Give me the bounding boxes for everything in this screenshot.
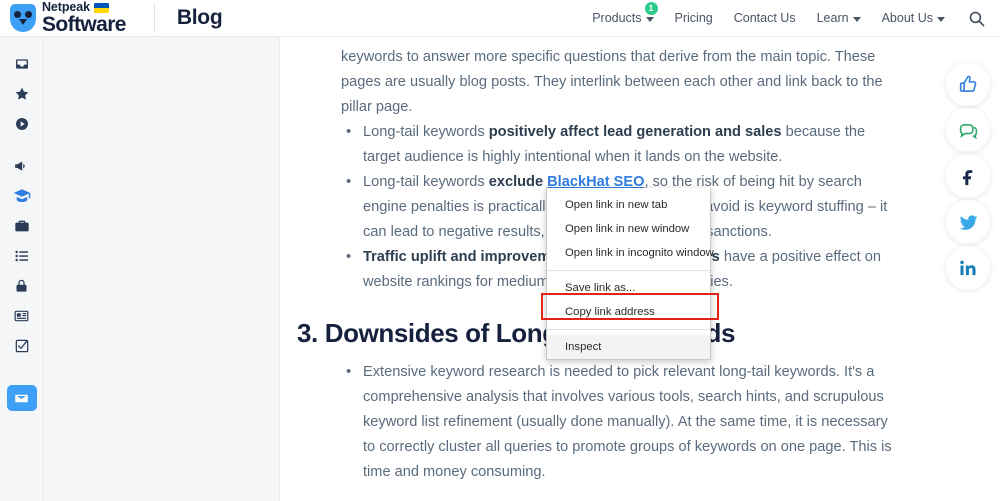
browser-page: Netpeak Software Blog Products 1 Pricing…	[0, 0, 1000, 501]
brand-name-netpeak: Netpeak	[42, 0, 90, 15]
social-share-rail	[946, 62, 992, 290]
nav-item-pricing[interactable]: Pricing	[675, 11, 713, 25]
context-menu-open-link-incognito[interactable]: Open link in incognito window	[547, 241, 714, 265]
context-menu-save-link-as[interactable]: Save link as...	[547, 276, 710, 300]
sidebar-item-learn[interactable]	[7, 181, 37, 211]
sidebar-icon-rail	[0, 37, 44, 501]
nav-label: Products	[592, 11, 642, 25]
list-item: Long-tail keywords positively affect lea…	[341, 119, 900, 170]
context-menu-divider	[547, 329, 710, 330]
sidebar-item-list[interactable]	[7, 241, 37, 271]
sidebar-item-tasks[interactable]	[7, 331, 37, 361]
context-menu-inspect[interactable]: Inspect	[547, 335, 710, 359]
social-like-button[interactable]	[946, 62, 990, 106]
context-menu-open-link-new-window[interactable]: Open link in new window	[547, 217, 710, 241]
sidebar-item-inbox[interactable]	[7, 49, 37, 79]
article-paragraph: keywords to answer more specific questio…	[341, 49, 883, 115]
brand-name-software: Software	[42, 12, 126, 36]
context-menu-open-link-new-tab[interactable]: Open link in new tab	[547, 193, 710, 217]
chevron-down-icon	[852, 16, 861, 22]
site-logo[interactable]: Netpeak Software	[0, 1, 126, 35]
header-divider	[153, 3, 155, 33]
social-linkedin-button[interactable]	[946, 246, 990, 290]
site-header: Netpeak Software Blog Products 1 Pricing…	[0, 0, 1000, 37]
status-badge: 1	[644, 2, 658, 15]
nav-item-contact-us[interactable]: Contact Us	[734, 11, 796, 25]
nav-item-about-us[interactable]: About Us	[882, 11, 945, 25]
list-item: Extensive keyword research is needed to …	[341, 359, 900, 485]
context-menu-divider	[547, 270, 710, 271]
chevron-down-icon	[645, 16, 654, 22]
social-facebook-button[interactable]	[946, 154, 990, 198]
bullet-text-pre: Long-tail keywords	[363, 124, 489, 140]
nav-label: Learn	[816, 11, 849, 25]
nav-label: About Us	[881, 11, 933, 25]
context-menu-copy-link-address[interactable]: Copy link address	[547, 300, 710, 324]
sidebar-item-business[interactable]	[7, 211, 37, 241]
sidebar-panel	[44, 37, 280, 501]
bullet-text-bold: positively affect lead generation and sa…	[488, 124, 782, 140]
netpeak-owl-icon	[10, 4, 36, 32]
main-navigation: Products 1 Pricing Contact Us Learn Abou…	[592, 2, 1000, 28]
sidebar-item-media[interactable]	[7, 109, 37, 139]
nav-item-products[interactable]: Products 1	[592, 2, 658, 25]
browser-context-menu: Open link in new tab Open link in new wi…	[546, 188, 714, 360]
nav-label: Contact Us	[733, 11, 796, 25]
social-comments-button[interactable]	[946, 108, 990, 152]
sidebar-item-announcements[interactable]	[7, 151, 37, 181]
social-twitter-button[interactable]	[946, 200, 990, 244]
article-bullet-list-downsides: Extensive keyword research is needed to …	[281, 359, 1000, 485]
ukraine-flag-icon	[93, 2, 109, 13]
sidebar-item-favorites[interactable]	[7, 79, 37, 109]
page-title: Blog	[176, 6, 223, 29]
search-icon[interactable]	[966, 8, 986, 28]
sidebar-item-mail[interactable]	[6, 385, 37, 411]
sidebar-item-security[interactable]	[7, 271, 37, 301]
chevron-down-icon	[937, 16, 945, 22]
bullet-text-pre: Long-tail keywords	[363, 174, 489, 190]
bullet-text-bold: exclude	[488, 174, 548, 190]
sidebar-item-news[interactable]	[7, 301, 37, 331]
nav-item-learn[interactable]: Learn	[817, 11, 861, 25]
nav-label: Pricing	[674, 11, 713, 25]
